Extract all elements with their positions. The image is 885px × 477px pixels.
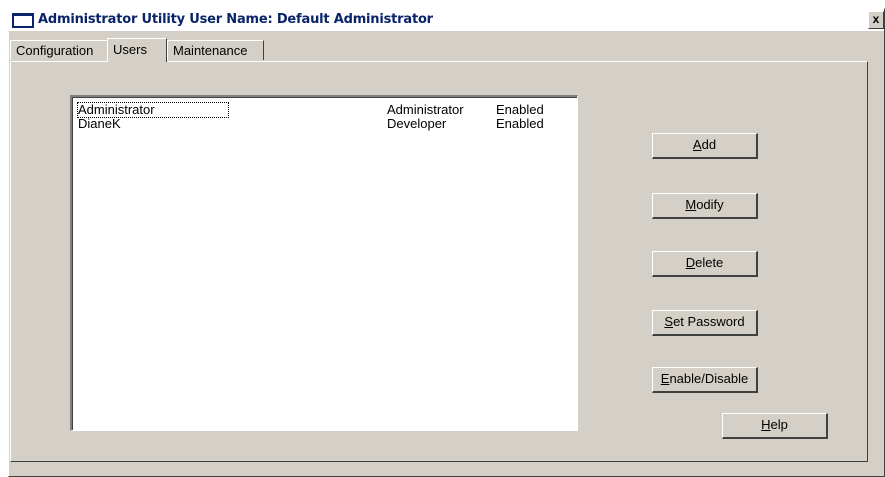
help-label: elp (770, 417, 788, 432)
list-item[interactable]: Administrator Administrator Enabled (72, 102, 572, 118)
help-button[interactable]: Help (722, 413, 828, 439)
user-status: Enabled (496, 102, 544, 117)
tab-users[interactable]: Users (107, 38, 167, 62)
set-password-label: et Password (673, 314, 745, 329)
set-password-button[interactable]: Set Password (652, 310, 758, 336)
add-label: dd (701, 137, 717, 152)
window-icon (12, 13, 34, 28)
set-password-mnemonic: S (664, 314, 674, 329)
delete-label: elete (695, 255, 724, 270)
enable-disable-button[interactable]: Enable/Disable (652, 367, 758, 393)
users-list[interactable]: Administrator Administrator Enabled Dian… (70, 95, 578, 431)
close-button[interactable]: x (868, 11, 884, 29)
tab-configuration[interactable]: Configuration (10, 40, 108, 60)
delete-mnemonic: D (685, 255, 696, 270)
user-name: DianeK (78, 116, 121, 131)
window-title: Administrator Utility User Name: Default… (38, 12, 433, 27)
user-name: Administrator (77, 102, 229, 118)
modify-mnemonic: M (685, 197, 697, 212)
user-status: Enabled (496, 116, 544, 131)
enable-disable-label: nable/Disable (669, 371, 749, 386)
modify-label: odify (696, 197, 724, 212)
add-mnemonic: A (692, 137, 702, 152)
list-item[interactable]: DianeK Developer Enabled (72, 117, 572, 131)
user-role: Administrator (387, 102, 464, 117)
user-role: Developer (387, 116, 447, 131)
modify-button[interactable]: Modify (652, 193, 758, 219)
help-mnemonic: H (761, 417, 771, 432)
title-bar: Administrator Utility User Name: Default… (9, 9, 884, 31)
tab-maintenance[interactable]: Maintenance (167, 40, 264, 60)
add-button[interactable]: Add (652, 133, 758, 159)
delete-button[interactable]: Delete (652, 251, 758, 277)
